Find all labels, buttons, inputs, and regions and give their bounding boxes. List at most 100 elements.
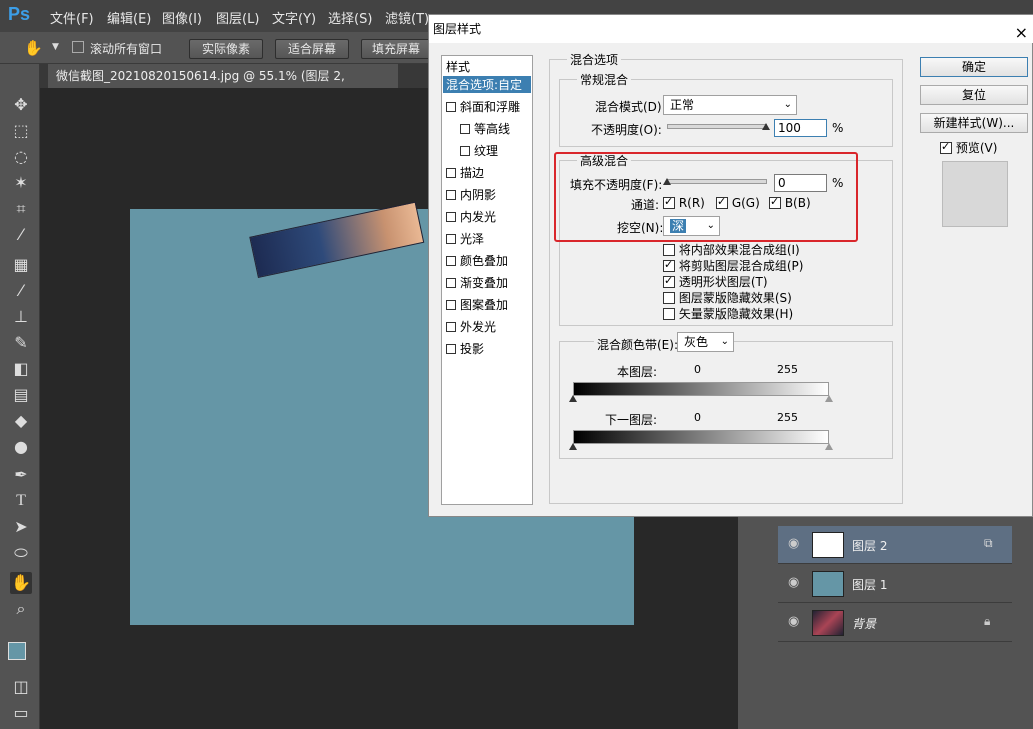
style-list-item[interactable]: 图案叠加 <box>446 296 508 313</box>
blend-clipped-checkbox[interactable] <box>663 258 675 272</box>
menu-layer[interactable]: 图层(L) <box>216 8 259 27</box>
layer-row[interactable]: ◉ 图层 2 ⧉ <box>778 526 1012 564</box>
this-layer-white-handle[interactable] <box>825 395 833 402</box>
style-list-item[interactable]: 纹理 <box>460 142 498 159</box>
blend-clipped-option[interactable]: 将剪贴图层混合成组(P) <box>663 257 803 274</box>
layer-row[interactable]: ◉ 图层 1 <box>778 565 1012 603</box>
crop-tool-icon[interactable]: ⌗ <box>10 198 32 220</box>
style-checkbox[interactable] <box>446 278 456 288</box>
layer-mask-hides-option[interactable]: 图层蒙版隐藏效果(S) <box>663 289 792 306</box>
style-list-item[interactable]: 描边 <box>446 164 484 181</box>
style-checkbox[interactable] <box>446 256 456 266</box>
close-icon[interactable]: × <box>1015 19 1028 47</box>
menu-select[interactable]: 选择(S) <box>328 8 372 27</box>
layer-mask-hides-checkbox[interactable] <box>663 292 675 304</box>
magic-wand-icon[interactable]: ✶ <box>10 172 32 194</box>
style-checkbox[interactable] <box>460 146 470 156</box>
reset-button[interactable]: 复位 <box>920 85 1028 105</box>
eraser-tool-icon[interactable]: ◧ <box>10 358 32 380</box>
style-checkbox[interactable] <box>446 190 456 200</box>
stamp-tool-icon[interactable]: ⊥ <box>10 306 32 328</box>
hand-icon[interactable]: ✋ <box>24 39 43 57</box>
blend-mode-select[interactable]: 正常 ⌄ <box>663 95 797 115</box>
document-tab[interactable]: 微信截图_20210820150614.jpg @ 55.1% (图层 2, R… <box>48 64 398 107</box>
style-checkbox[interactable] <box>446 344 456 354</box>
type-tool-icon[interactable]: T <box>10 490 32 512</box>
this-layer-black-handle[interactable] <box>569 395 577 402</box>
vector-mask-hides-label: 矢量蒙版隐藏效果(H) <box>678 307 794 321</box>
style-list-item[interactable]: 斜面和浮雕 <box>446 98 520 115</box>
underlying-layer-label: 下一图层: <box>605 413 658 427</box>
transparency-shapes-option[interactable]: 透明形状图层(T) <box>663 273 768 290</box>
style-list-item[interactable]: 内阴影 <box>446 186 496 203</box>
chevron-down-icon[interactable]: ▼ <box>52 42 59 52</box>
menu-file[interactable]: 文件(F) <box>50 8 94 27</box>
style-list-item[interactable]: 渐变叠加 <box>446 274 508 291</box>
foreground-color-swatch[interactable] <box>8 642 26 660</box>
style-checkbox[interactable] <box>446 102 456 112</box>
lasso-tool-icon[interactable]: ◌ <box>10 146 32 168</box>
vector-mask-hides-option[interactable]: 矢量蒙版隐藏效果(H) <box>663 305 793 322</box>
quick-mask-icon[interactable]: ◫ <box>10 676 32 698</box>
style-list-item[interactable]: 颜色叠加 <box>446 252 508 269</box>
menu-edit[interactable]: 编辑(E) <box>107 8 151 27</box>
hand-tool-icon[interactable]: ✋ <box>10 572 32 594</box>
style-checkbox[interactable] <box>446 322 456 332</box>
menu-image[interactable]: 图像(I) <box>162 8 202 27</box>
scroll-all-checkbox[interactable] <box>72 41 84 53</box>
menu-filter[interactable]: 滤镜(T) <box>385 8 429 27</box>
fit-screen-button[interactable]: 适合屏幕 <box>275 39 349 59</box>
layer-style-icon[interactable]: ⧉ <box>984 536 993 551</box>
visibility-eye-icon[interactable]: ◉ <box>788 575 799 590</box>
underlying-black-handle[interactable] <box>569 443 577 450</box>
healing-brush-icon[interactable]: ▦ <box>10 254 32 276</box>
opacity-slider-handle[interactable] <box>762 123 770 130</box>
blend-interior-checkbox[interactable] <box>663 244 675 256</box>
layer-row[interactable]: ◉ 背景 🔒︎ <box>778 604 1012 642</box>
ok-button[interactable]: 确定 <box>920 57 1028 77</box>
transparency-shapes-checkbox[interactable] <box>663 274 675 288</box>
preview-checkbox[interactable] <box>940 140 952 154</box>
path-select-icon[interactable]: ➤ <box>10 516 32 538</box>
gradient-tool-icon[interactable]: ▤ <box>10 384 32 406</box>
style-list-item[interactable]: 内发光 <box>446 208 496 225</box>
style-list-item[interactable]: 等高线 <box>460 120 510 137</box>
style-checkbox[interactable] <box>446 212 456 222</box>
vector-mask-hides-checkbox[interactable] <box>663 308 675 320</box>
eyedropper-icon[interactable]: ⁄ <box>10 224 32 246</box>
style-checkbox[interactable] <box>460 124 470 134</box>
screen-mode-icon[interactable]: ▭ <box>10 702 32 724</box>
style-list-item[interactable]: 混合选项:自定 <box>443 76 531 93</box>
blend-if-select[interactable]: 灰色 ⌄ <box>677 332 734 352</box>
pen-tool-icon[interactable]: ✒ <box>10 464 32 486</box>
fill-screen-button[interactable]: 填充屏幕 <box>361 39 431 59</box>
blur-tool-icon[interactable]: ◆ <box>10 410 32 432</box>
preview-option[interactable]: 预览(V) <box>940 139 997 156</box>
blend-interior-option[interactable]: 将内部效果混合成组(I) <box>663 241 800 258</box>
zoom-tool-icon[interactable]: ⌕ <box>10 598 32 620</box>
marquee-tool-icon[interactable]: ⬚ <box>10 120 32 142</box>
style-list-item[interactable]: 投影 <box>446 340 484 357</box>
brush-tool-icon[interactable]: ⁄ <box>10 280 32 302</box>
move-tool-icon[interactable]: ✥ <box>10 94 32 116</box>
transparency-shapes-label: 透明形状图层(T) <box>678 275 768 289</box>
style-checkbox[interactable] <box>446 300 456 310</box>
underlying-white-handle[interactable] <box>825 443 833 450</box>
visibility-eye-icon[interactable]: ◉ <box>788 614 799 629</box>
opacity-slider[interactable] <box>667 124 767 129</box>
menu-type[interactable]: 文字(Y) <box>272 8 316 27</box>
style-list-item[interactable]: 外发光 <box>446 318 496 335</box>
dialog-title-bar: 图层样式 × <box>429 15 1033 43</box>
visibility-eye-icon[interactable]: ◉ <box>788 536 799 551</box>
ellipse-tool-icon[interactable]: ⬭ <box>10 542 32 564</box>
opacity-input[interactable]: 100 <box>774 119 827 137</box>
style-checkbox[interactable] <box>446 234 456 244</box>
style-list-label: 外发光 <box>460 320 497 334</box>
style-checkbox[interactable] <box>446 168 456 178</box>
style-list-label: 颜色叠加 <box>460 254 509 268</box>
dodge-tool-icon[interactable]: ● <box>10 436 32 458</box>
actual-pixels-button[interactable]: 实际像素 <box>189 39 263 59</box>
new-style-button[interactable]: 新建样式(W)... <box>920 113 1028 133</box>
history-brush-icon[interactable]: ✎ <box>10 332 32 354</box>
style-list-item[interactable]: 光泽 <box>446 230 484 247</box>
